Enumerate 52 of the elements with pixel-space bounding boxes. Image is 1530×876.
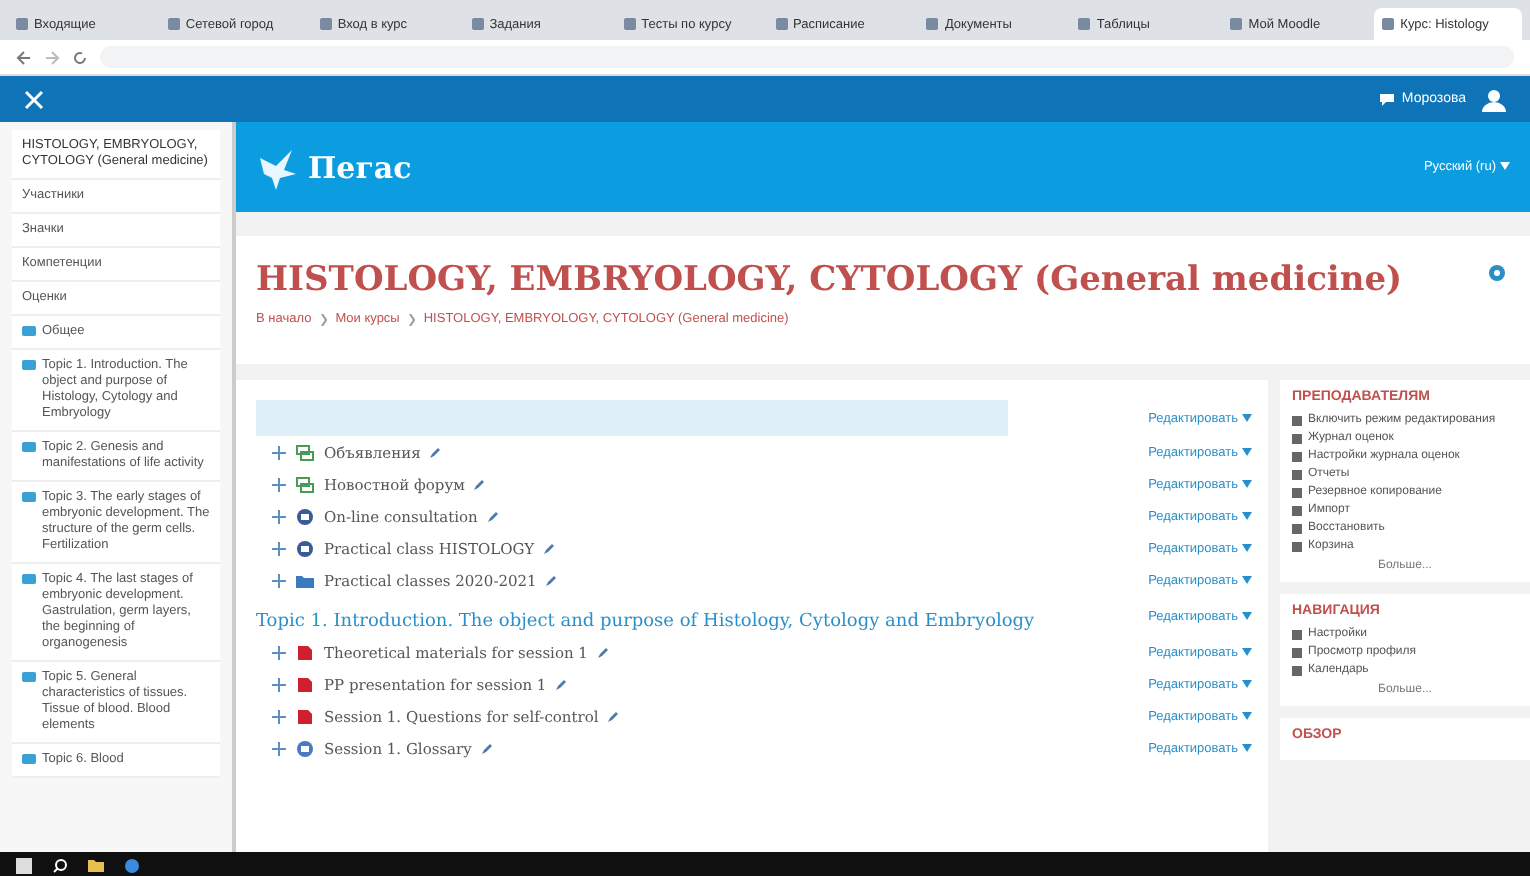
edit-icon[interactable] (597, 646, 610, 658)
folder-icon (22, 672, 36, 682)
separator-icon (407, 313, 416, 325)
move-icon[interactable] (272, 509, 286, 523)
separator-icon (319, 313, 328, 325)
caret-icon (1242, 544, 1252, 552)
move-icon[interactable] (272, 709, 286, 723)
edit-icon[interactable] (487, 510, 500, 522)
edit-icon[interactable] (608, 710, 621, 722)
browser-icon[interactable] (124, 857, 140, 873)
edit-icon[interactable] (481, 742, 494, 754)
course-title: HISTOLOGY, EMBRYOLOGY, CYTOLOGY (General medicine) (256, 260, 1403, 300)
folder-icon (22, 574, 36, 584)
folder-icon (22, 754, 36, 764)
caret-icon (1242, 480, 1252, 488)
edit-icon[interactable] (544, 542, 557, 554)
folder-icon (22, 326, 36, 336)
folder-icon (22, 360, 36, 370)
edit-icon[interactable] (546, 574, 559, 586)
edit-icon[interactable] (430, 446, 443, 458)
move-icon[interactable] (272, 445, 286, 459)
move-icon[interactable] (272, 677, 286, 691)
avatar-icon[interactable] (1482, 87, 1506, 111)
move-icon[interactable] (272, 541, 286, 555)
folder-icon (22, 442, 36, 452)
section-heading: Topic 1. Introduction. The object and purpose of Histology, Cytology and Embryology (256, 612, 1035, 632)
edit-icon[interactable] (474, 478, 487, 490)
close-icon[interactable] (24, 89, 44, 109)
caret-icon (1500, 162, 1510, 171)
caret-icon (1242, 712, 1252, 720)
caret-icon (1242, 448, 1252, 456)
move-icon[interactable] (272, 645, 286, 659)
edit-icon[interactable] (556, 678, 569, 690)
caret-icon (1242, 512, 1252, 520)
folder-icon (22, 492, 36, 502)
windows-icon[interactable] (16, 857, 32, 873)
caret-icon (1242, 648, 1252, 656)
search-icon[interactable] (52, 857, 68, 873)
caret-icon (1242, 576, 1252, 584)
folder-icon (296, 571, 314, 589)
reload-icon[interactable] (72, 49, 88, 65)
caret-icon (1242, 680, 1252, 688)
folder-icon[interactable] (88, 857, 104, 873)
message-icon[interactable] (1379, 93, 1394, 105)
caret-icon (1242, 612, 1252, 620)
caret-icon (1242, 414, 1252, 422)
back-icon[interactable] (16, 49, 32, 65)
caret-icon (1242, 744, 1252, 752)
move-icon[interactable] (272, 573, 286, 587)
logo-text: Пегас (308, 149, 412, 185)
move-icon[interactable] (272, 741, 286, 755)
move-icon[interactable] (272, 477, 286, 491)
